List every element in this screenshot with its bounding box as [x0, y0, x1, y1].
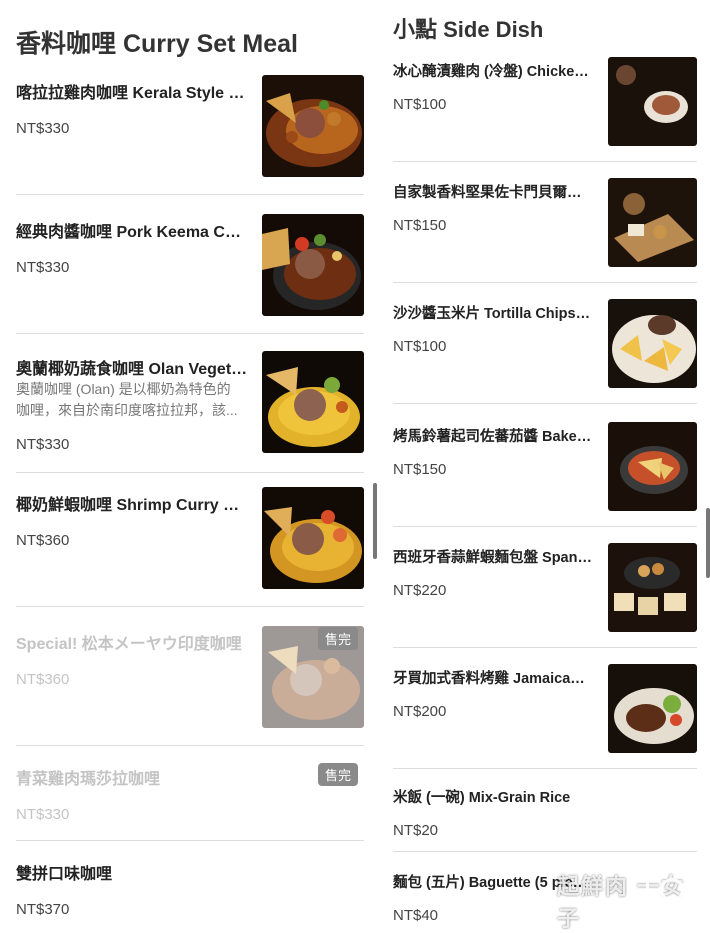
menu-item[interactable]: 西班牙香蒜鮮蝦麵包盤 Spanish Garlic Shrimp NT$220 [393, 543, 697, 648]
food-photo [608, 422, 697, 511]
sold-out-badge: 售完 [318, 627, 359, 650]
menu-item[interactable]: 自家製香料堅果佐卡門貝爾起司 NT$150 [393, 178, 697, 283]
item-description: 奧蘭咖哩 (Olan) 是以椰奶為特色的 [16, 381, 231, 397]
item-description: 咖哩，來自於南印度喀拉拉邦，該... [16, 402, 238, 418]
item-price: NT$200 [393, 703, 447, 720]
item-price: NT$330 [16, 806, 70, 823]
item-divider [16, 745, 364, 746]
item-divider [16, 333, 364, 334]
right-scrollbar[interactable] [706, 508, 710, 578]
food-photo [608, 299, 697, 388]
item-price: NT$330 [16, 259, 70, 276]
menu-item[interactable]: 米飯 (一碗) Mix-Grain Rice NT$20 [393, 786, 697, 852]
food-photo [608, 57, 697, 146]
food-photo [262, 351, 364, 453]
left-scrollbar[interactable] [373, 483, 377, 559]
item-price: NT$100 [393, 96, 447, 113]
menu-item[interactable]: 沙沙醬玉米片 Tortilla Chips with Salsa NT$100 [393, 299, 697, 404]
item-divider [16, 606, 364, 607]
item-price: NT$100 [393, 338, 447, 355]
item-name: 自家製香料堅果佐卡門貝爾起司 [393, 185, 593, 201]
item-divider [16, 472, 364, 473]
menu-item[interactable]: 經典肉醬咖哩 Pork Keema Curry NT$330 [16, 214, 364, 334]
food-photo [608, 543, 697, 632]
item-name: 冰心醃漬雞肉 (冷盤) Chicken Salad [393, 64, 593, 80]
section-title-side-dish: 小點 Side Dish [393, 17, 544, 42]
item-divider [393, 282, 697, 283]
item-divider [16, 840, 364, 841]
food-photo [608, 178, 697, 267]
item-name: 烤馬鈴薯起司佐蕃茄醬 Baked Potato [393, 429, 593, 445]
item-price: NT$360 [16, 671, 70, 688]
item-price: NT$150 [393, 217, 447, 234]
item-name: 經典肉醬咖哩 Pork Keema Curry [16, 224, 248, 241]
sold-out-badge: 售完 [318, 763, 359, 786]
item-price: NT$330 [16, 120, 70, 137]
item-price: NT$330 [16, 436, 70, 453]
menu-item[interactable]: 冰心醃漬雞肉 (冷盤) Chicken Salad NT$100 [393, 57, 697, 162]
item-name: 椰奶鮮蝦咖哩 Shrimp Curry with Coconut Milk [16, 497, 248, 514]
menu-item-sold-out[interactable]: Special! 松本メーヤウ印度咖哩 NT$360 售完 [16, 626, 364, 746]
food-photo [262, 487, 364, 589]
item-name: 雙拼口味咖哩 [16, 866, 113, 883]
item-price: NT$150 [393, 461, 447, 478]
item-divider [393, 403, 697, 404]
menu-item[interactable]: 奧蘭椰奶蔬食咖哩 Olan Vegetable Curry 奧蘭咖哩 (Olan… [16, 351, 364, 473]
food-photo [262, 75, 364, 177]
camera-icon [646, 867, 692, 909]
item-price: NT$360 [16, 532, 70, 549]
item-name: 西班牙香蒜鮮蝦麵包盤 Spanish Garlic Shrimp [393, 550, 593, 566]
food-photo [262, 214, 364, 316]
item-name: Special! 松本メーヤウ印度咖哩 [16, 636, 242, 653]
menu-item[interactable]: 雙拼口味咖哩 NT$370 [16, 860, 364, 930]
menu-item[interactable]: 椰奶鮮蝦咖哩 Shrimp Curry with Coconut Milk NT… [16, 487, 364, 607]
item-name: 喀拉拉雞肉咖哩 Kerala Style Chicken Curry [16, 85, 248, 102]
item-divider [393, 647, 697, 648]
item-divider [393, 768, 697, 769]
item-divider [393, 161, 697, 162]
item-price: NT$40 [393, 907, 439, 924]
menu-item[interactable]: 烤馬鈴薯起司佐蕃茄醬 Baked Potato NT$150 [393, 422, 697, 527]
menu-item[interactable]: 喀拉拉雞肉咖哩 Kerala Style Chicken Curry NT$33… [16, 75, 364, 195]
item-price: NT$220 [393, 582, 447, 599]
item-name: 牙買加式香料烤雞 Jamaican Jerk Chicken [393, 671, 593, 687]
item-divider [393, 526, 697, 527]
item-price: NT$370 [16, 901, 70, 918]
menu-item-sold-out[interactable]: 青菜雞肉瑪莎拉咖哩 NT$330 售完 [16, 763, 364, 841]
food-photo [608, 664, 697, 753]
watermark-logo: 起鮮肉 一女子 [557, 865, 692, 931]
item-name: 米飯 (一碗) Mix-Grain Rice [393, 790, 571, 806]
item-price: NT$20 [393, 822, 439, 839]
item-name: 沙沙醬玉米片 Tortilla Chips with Salsa [393, 306, 593, 322]
item-divider [393, 851, 697, 852]
menu-item[interactable]: 牙買加式香料烤雞 Jamaican Jerk Chicken NT$200 [393, 664, 697, 769]
item-name: 奧蘭椰奶蔬食咖哩 Olan Vegetable Curry [16, 361, 248, 378]
item-divider [16, 194, 364, 195]
item-name: 青菜雞肉瑪莎拉咖哩 [16, 771, 161, 788]
section-title-curry: 香料咖哩 Curry Set Meal [16, 30, 299, 58]
